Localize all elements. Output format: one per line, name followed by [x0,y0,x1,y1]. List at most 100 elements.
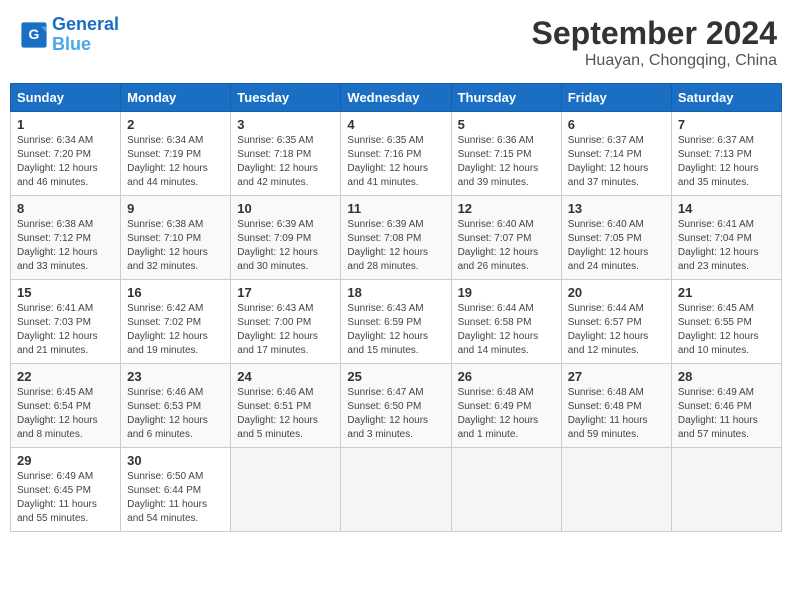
day-number: 24 [237,369,334,384]
calendar-cell: 2 Sunrise: 6:34 AMSunset: 7:19 PMDaylight… [121,112,231,196]
calendar-cell [451,448,561,532]
calendar-cell: 20 Sunrise: 6:44 AMSunset: 6:57 PMDayligh… [561,280,671,364]
day-number: 28 [678,369,775,384]
calendar-week-2: 8Sunrise: 6:38 AMSunset: 7:12 PMDaylight… [11,196,782,280]
day-info: Sunrise: 6:37 AMSunset: 7:13 PMDaylight:… [678,134,775,190]
title-block: September 2024 Huayan, Chongqing, China [532,15,777,70]
calendar-cell: 8Sunrise: 6:38 AMSunset: 7:12 PMDaylight… [11,196,121,280]
calendar-cell: 17Sunrise: 6:43 AMSunset: 7:00 PMDayligh… [231,280,341,364]
day-info: Sunrise: 6:50 AMSunset: 6:44 PMDaylight:… [127,470,224,526]
calendar-week-1: 1 Sunrise: 6:34 AMSunset: 7:20 PMDaylight… [11,112,782,196]
logo: G General Blue [20,15,119,55]
calendar-cell: 14 Sunrise: 6:41 AMSunset: 7:04 PMDayligh… [671,196,781,280]
day-number: 26 [458,369,555,384]
day-info: Sunrise: 6:41 AMSunset: 7:04 PMDaylight:… [678,218,775,274]
day-header-monday: Monday [121,84,231,112]
calendar-cell [341,448,451,532]
calendar-week-5: 29 Sunrise: 6:49 AMSunset: 6:45 PMDayligh… [11,448,782,532]
day-info: Sunrise: 6:35 AMSunset: 7:16 PMDaylight:… [347,134,444,190]
day-header-thursday: Thursday [451,84,561,112]
calendar-cell: 5 Sunrise: 6:36 AMSunset: 7:15 PMDaylight… [451,112,561,196]
location-title: Huayan, Chongqing, China [532,52,777,70]
calendar-cell [671,448,781,532]
day-number: 13 [568,201,665,216]
day-number: 2 [127,117,224,132]
calendar-cell [231,448,341,532]
day-info: Sunrise: 6:49 AMSunset: 6:45 PMDaylight:… [17,470,114,526]
day-info: Sunrise: 6:48 AMSunset: 6:49 PMDaylight:… [458,386,555,442]
logo-text: General Blue [52,15,119,55]
calendar-cell: 11 Sunrise: 6:39 AMSunset: 7:08 PMDayligh… [341,196,451,280]
day-number: 6 [568,117,665,132]
svg-text:G: G [29,26,40,42]
day-info: Sunrise: 6:46 AMSunset: 6:51 PMDaylight:… [237,386,334,442]
calendar-cell: 29 Sunrise: 6:49 AMSunset: 6:45 PMDayligh… [11,448,121,532]
calendar-cell: 7 Sunrise: 6:37 AMSunset: 7:13 PMDaylight… [671,112,781,196]
day-number: 5 [458,117,555,132]
day-info: Sunrise: 6:43 AMSunset: 7:00 PMDaylight:… [237,302,334,358]
day-header-tuesday: Tuesday [231,84,341,112]
calendar-cell: 6Sunrise: 6:37 AMSunset: 7:14 PMDaylight… [561,112,671,196]
calendar-cell: 15 Sunrise: 6:41 AMSunset: 7:03 PMDayligh… [11,280,121,364]
day-number: 29 [17,453,114,468]
day-header-friday: Friday [561,84,671,112]
day-info: Sunrise: 6:44 AMSunset: 6:58 PMDaylight:… [458,302,555,358]
day-info: Sunrise: 6:38 AMSunset: 7:12 PMDaylight:… [17,218,114,274]
calendar-cell [561,448,671,532]
day-info: Sunrise: 6:45 AMSunset: 6:55 PMDaylight:… [678,302,775,358]
day-info: Sunrise: 6:44 AMSunset: 6:57 PMDaylight:… [568,302,665,358]
logo-icon: G [20,21,48,49]
calendar-cell: 19 Sunrise: 6:44 AMSunset: 6:58 PMDayligh… [451,280,561,364]
day-info: Sunrise: 6:47 AMSunset: 6:50 PMDaylight:… [347,386,444,442]
calendar-cell: 4 Sunrise: 6:35 AMSunset: 7:16 PMDaylight… [341,112,451,196]
day-number: 10 [237,201,334,216]
day-info: Sunrise: 6:35 AMSunset: 7:18 PMDaylight:… [237,134,334,190]
calendar-cell: 30 Sunrise: 6:50 AMSunset: 6:44 PMDayligh… [121,448,231,532]
calendar-cell: 13 Sunrise: 6:40 AMSunset: 7:05 PMDayligh… [561,196,671,280]
calendar-cell: 24 Sunrise: 6:46 AMSunset: 6:51 PMDayligh… [231,364,341,448]
day-number: 3 [237,117,334,132]
day-number: 9 [127,201,224,216]
calendar-cell: 21 Sunrise: 6:45 AMSunset: 6:55 PMDayligh… [671,280,781,364]
calendar-header-row: SundayMondayTuesdayWednesdayThursdayFrid… [11,84,782,112]
day-number: 16 [127,285,224,300]
calendar-cell: 28Sunrise: 6:49 AMSunset: 6:46 PMDayligh… [671,364,781,448]
day-info: Sunrise: 6:39 AMSunset: 7:08 PMDaylight:… [347,218,444,274]
day-number: 19 [458,285,555,300]
day-number: 4 [347,117,444,132]
day-number: 12 [458,201,555,216]
day-info: Sunrise: 6:40 AMSunset: 7:05 PMDaylight:… [568,218,665,274]
day-info: Sunrise: 6:40 AMSunset: 7:07 PMDaylight:… [458,218,555,274]
day-number: 1 [17,117,114,132]
day-number: 15 [17,285,114,300]
calendar-cell: 27 Sunrise: 6:48 AMSunset: 6:48 PMDayligh… [561,364,671,448]
calendar-cell: 12 Sunrise: 6:40 AMSunset: 7:07 PMDayligh… [451,196,561,280]
day-header-saturday: Saturday [671,84,781,112]
day-info: Sunrise: 6:48 AMSunset: 6:48 PMDaylight:… [568,386,665,442]
day-info: Sunrise: 6:46 AMSunset: 6:53 PMDaylight:… [127,386,224,442]
day-number: 25 [347,369,444,384]
day-number: 14 [678,201,775,216]
calendar-cell: 22Sunrise: 6:45 AMSunset: 6:54 PMDayligh… [11,364,121,448]
day-number: 11 [347,201,444,216]
day-number: 21 [678,285,775,300]
logo-line1: General [52,14,119,34]
day-number: 23 [127,369,224,384]
day-number: 20 [568,285,665,300]
calendar-cell: 23 Sunrise: 6:46 AMSunset: 6:53 PMDayligh… [121,364,231,448]
calendar-week-4: 22Sunrise: 6:45 AMSunset: 6:54 PMDayligh… [11,364,782,448]
calendar-cell: 25 Sunrise: 6:47 AMSunset: 6:50 PMDayligh… [341,364,451,448]
day-info: Sunrise: 6:34 AMSunset: 7:20 PMDaylight:… [17,134,114,190]
day-number: 7 [678,117,775,132]
calendar-table: SundayMondayTuesdayWednesdayThursdayFrid… [10,83,782,532]
day-info: Sunrise: 6:36 AMSunset: 7:15 PMDaylight:… [458,134,555,190]
day-info: Sunrise: 6:34 AMSunset: 7:19 PMDaylight:… [127,134,224,190]
day-info: Sunrise: 6:41 AMSunset: 7:03 PMDaylight:… [17,302,114,358]
day-number: 27 [568,369,665,384]
day-number: 30 [127,453,224,468]
day-info: Sunrise: 6:38 AMSunset: 7:10 PMDaylight:… [127,218,224,274]
day-info: Sunrise: 6:45 AMSunset: 6:54 PMDaylight:… [17,386,114,442]
calendar-cell: 9 Sunrise: 6:38 AMSunset: 7:10 PMDaylight… [121,196,231,280]
calendar-cell: 16Sunrise: 6:42 AMSunset: 7:02 PMDayligh… [121,280,231,364]
day-info: Sunrise: 6:39 AMSunset: 7:09 PMDaylight:… [237,218,334,274]
